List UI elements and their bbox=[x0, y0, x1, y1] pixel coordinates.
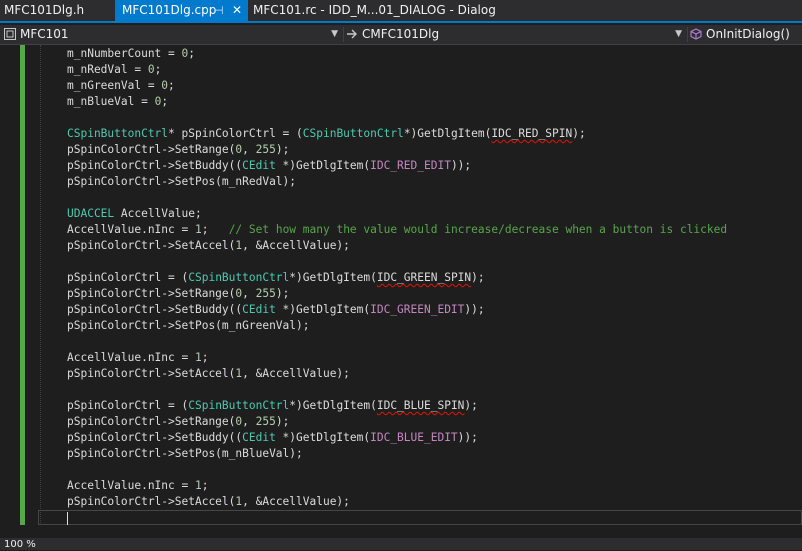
code-line: m_nRedVal = 0; bbox=[67, 63, 162, 76]
code-line: UDACCEL AccellValue; bbox=[67, 207, 202, 220]
tab-mfc101dlg-cpp[interactable]: MFC101Dlg.cpp ⊣ ✕ bbox=[115, 0, 248, 21]
method-cube-icon bbox=[690, 28, 702, 40]
code-line: pSpinColorCtrl->SetAccel(1, &AccellValue… bbox=[67, 367, 350, 380]
tab-label: MFC101Dlg.h bbox=[4, 3, 85, 17]
cpp-project-icon bbox=[4, 28, 16, 40]
code-text[interactable]: m_nNumberCount = 0; m_nRedVal = 0; m_nGree… bbox=[67, 46, 727, 526]
project-dropdown[interactable]: MFC101 ▼ bbox=[4, 25, 342, 44]
indent-guide bbox=[40, 45, 42, 525]
divider bbox=[687, 27, 688, 42]
chevron-down-icon: ▼ bbox=[331, 29, 338, 39]
member-dropdown[interactable]: OnInitDialog() bbox=[690, 25, 798, 44]
pin-icon[interactable]: ⊣ bbox=[214, 0, 224, 21]
code-line: pSpinColorCtrl->SetAccel(1, &AccellValue… bbox=[67, 495, 350, 508]
code-line: pSpinColorCtrl->SetBuddy((CEdit *)GetDlg… bbox=[67, 303, 485, 316]
scope-name: CMFC101Dlg bbox=[362, 27, 440, 41]
project-name: MFC101 bbox=[20, 27, 69, 41]
code-line: pSpinColorCtrl->SetPos(m_nBlueVal); bbox=[67, 447, 303, 460]
code-line: pSpinColorCtrl = (CSpinButtonCtrl*)GetDl… bbox=[67, 399, 478, 412]
divider bbox=[343, 27, 344, 42]
zoom-level[interactable]: 100 % bbox=[4, 539, 36, 551]
code-line: pSpinColorCtrl->SetAccel(1, &AccellValue… bbox=[67, 239, 350, 252]
tab-label: MFC101Dlg.cpp bbox=[122, 3, 217, 17]
change-tracking-margin bbox=[20, 45, 25, 525]
navigation-bar: MFC101 ▼ CMFC101Dlg ▼ OnInitDialog() bbox=[0, 25, 802, 45]
code-line: pSpinColorCtrl->SetPos(m_nRedVal); bbox=[67, 175, 297, 188]
code-line: pSpinColorCtrl->SetBuddy((CEdit *)GetDlg… bbox=[67, 431, 478, 444]
code-line: m_nNumberCount = 0; bbox=[67, 47, 196, 60]
code-line: AccellValue.nInc = 1; bbox=[67, 479, 209, 492]
arrow-right-icon bbox=[347, 29, 357, 39]
scope-dropdown[interactable]: CMFC101Dlg ▼ bbox=[346, 25, 686, 44]
code-line: AccellValue.nInc = 1; // Set how many th… bbox=[67, 223, 728, 236]
code-line: pSpinColorCtrl = (CSpinButtonCtrl*)GetDl… bbox=[67, 271, 485, 284]
close-icon[interactable]: ✕ bbox=[232, 0, 242, 21]
text-caret bbox=[67, 512, 68, 525]
code-line: pSpinColorCtrl->SetBuddy((CEdit *)GetDlg… bbox=[67, 159, 472, 172]
code-line: CSpinButtonCtrl* pSpinColorCtrl = (CSpin… bbox=[67, 127, 586, 140]
document-tab-bar: MFC101Dlg.h MFC101Dlg.cpp ⊣ ✕ MFC101.rc … bbox=[0, 0, 802, 23]
code-line: AccellValue.nInc = 1; bbox=[67, 351, 209, 364]
status-bar: 100 % bbox=[0, 538, 802, 550]
code-line: pSpinColorCtrl->SetRange(0, 255); bbox=[67, 415, 290, 428]
code-line: pSpinColorCtrl->SetPos(m_nGreenVal); bbox=[67, 319, 310, 332]
tab-mfc101dlg-h[interactable]: MFC101Dlg.h bbox=[0, 0, 115, 21]
code-line: m_nGreenVal = 0; bbox=[67, 79, 175, 92]
code-line: pSpinColorCtrl->SetRange(0, 255); bbox=[67, 287, 290, 300]
code-line: m_nBlueVal = 0; bbox=[67, 95, 169, 108]
member-name: OnInitDialog() bbox=[706, 27, 790, 41]
tab-label: MFC101.rc - IDD_M...01_DIALOG - Dialog bbox=[253, 3, 496, 17]
code-editor[interactable]: m_nNumberCount = 0; m_nRedVal = 0; m_nGree… bbox=[0, 45, 802, 538]
chevron-down-icon: ▼ bbox=[675, 29, 682, 39]
code-line: pSpinColorCtrl->SetRange(0, 255); bbox=[67, 143, 290, 156]
tab-mfc101-rc-dialog[interactable]: MFC101.rc - IDD_M...01_DIALOG - Dialog bbox=[249, 0, 509, 21]
